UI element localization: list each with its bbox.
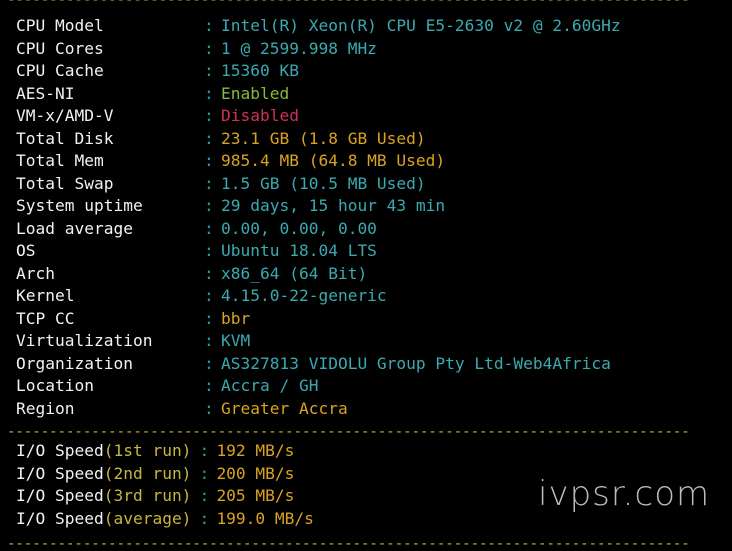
io-prefix: I/O Speed — [16, 463, 104, 483]
row-colon: : — [204, 218, 214, 238]
row-label: TCP CC — [16, 308, 75, 328]
row-colon: : — [204, 106, 214, 125]
io-speed-list: I/O Speed(1st run):192 MB/s I/O Speed(2n… — [16, 440, 314, 530]
row-colon: : — [204, 196, 214, 215]
row-colon: : — [199, 508, 210, 528]
row-arch: Arch: x86_64 (64 Bit) — [16, 263, 621, 286]
io-run-label: (average) — [103, 508, 192, 528]
row-label: Arch — [16, 263, 55, 283]
row-total-mem: Total Mem:985.4 MB (64.8 MB Used) — [16, 150, 621, 173]
row-value: x86_64 (64 Bit) — [221, 263, 368, 283]
row-value: Intel(R) Xeon(R) CPU E5-2630 v2 @ 2.60GH… — [221, 16, 621, 35]
io-run-label: (1st run) — [103, 441, 192, 460]
row-label: System uptime — [16, 196, 143, 215]
io-row-2nd: I/O Speed(2nd run):200 MB/s — [16, 463, 314, 486]
io-value: 200 MB/s — [216, 463, 295, 483]
row-value: Accra / GH — [221, 376, 319, 395]
io-prefix: I/O Speed — [16, 441, 104, 460]
row-label: CPU Cores — [16, 38, 104, 58]
io-run-label: (2nd run) — [103, 463, 192, 483]
row-label: Kernel — [16, 286, 75, 305]
row-location: Location: Accra / GH — [16, 375, 621, 398]
row-colon: : — [204, 308, 214, 328]
row-total-swap: Total Swap:1.5 GB (10.5 MB Used) — [16, 173, 621, 196]
row-cpu-cache: CPU Cache:15360 KB — [16, 60, 621, 83]
row-vmx: VM-x/AMD-V: Disabled — [16, 105, 621, 128]
row-aes-ni: AES-NI: Enabled — [16, 83, 621, 106]
row-organization: Organization: AS327813 VIDOLU Group Pty L… — [16, 353, 621, 376]
row-colon: : — [204, 376, 214, 395]
row-kernel: Kernel:4.15.0-22-generic — [16, 285, 621, 308]
row-colon: : — [204, 16, 214, 35]
row-colon: : — [204, 61, 214, 80]
row-label: VM-x/AMD-V — [16, 106, 114, 125]
row-value: 29 days, 15 hour 43 min — [221, 196, 446, 215]
row-label: CPU Model — [16, 16, 104, 35]
io-value: 205 MB/s — [216, 486, 295, 505]
row-label: Load average — [16, 218, 133, 238]
row-label: Region — [16, 398, 75, 418]
row-load-average: Load average:0.00, 0.00, 0.00 — [16, 218, 621, 241]
io-row-1st: I/O Speed(1st run):192 MB/s — [16, 440, 314, 463]
row-label: Total Disk — [16, 128, 114, 148]
row-colon: : — [204, 241, 214, 260]
row-colon: : — [204, 286, 214, 305]
row-colon: : — [199, 463, 210, 483]
io-run-label: (3rd run) — [103, 486, 192, 505]
row-value: 4.15.0-22-generic — [221, 286, 387, 305]
row-colon: : — [199, 486, 210, 505]
row-region: Region: Greater Accra — [16, 398, 621, 421]
io-prefix: I/O Speed — [16, 508, 104, 528]
row-label: Total Mem — [16, 151, 104, 170]
row-colon: : — [204, 151, 214, 170]
io-row-3rd: I/O Speed(3rd run):205 MB/s — [16, 485, 314, 508]
io-value: 192 MB/s — [216, 441, 295, 460]
row-value: AS327813 VIDOLU Group Pty Ltd-Web4Africa — [221, 353, 611, 373]
row-os: OS: Ubuntu 18.04 LTS — [16, 240, 621, 263]
row-value: 1.5 GB (10.5 MB Used) — [221, 173, 426, 193]
row-colon: : — [204, 38, 214, 58]
row-value: bbr — [221, 308, 251, 328]
row-label: Location — [16, 376, 94, 395]
separator-middle: ----------------------------------------… — [7, 425, 689, 439]
row-label: Total Swap — [16, 173, 114, 193]
row-value: 15360 KB — [221, 61, 299, 80]
row-colon: : — [204, 173, 214, 193]
row-virtualization: Virtualization: KVM — [16, 330, 621, 353]
watermark-logo: ivpsr.com — [538, 474, 711, 514]
row-value: 23.1 GB (1.8 GB Used) — [221, 128, 426, 148]
row-cpu-cores: CPU Cores:1 @ 2599.998 MHz — [16, 38, 621, 61]
io-row-average: I/O Speed(average):199.0 MB/s — [16, 508, 314, 531]
row-colon: : — [204, 398, 214, 418]
row-cpu-model: CPU Model: Intel(R) Xeon(R) CPU E5-2630 v… — [16, 15, 621, 38]
row-colon: : — [204, 83, 214, 103]
row-colon: : — [204, 263, 214, 283]
row-value: Greater Accra — [221, 398, 348, 418]
row-label: AES-NI — [16, 83, 75, 103]
row-colon: : — [199, 441, 210, 460]
row-colon: : — [204, 331, 214, 350]
io-prefix: I/O Speed — [16, 486, 104, 505]
row-value: 985.4 MB (64.8 MB Used) — [221, 151, 446, 170]
io-value: 199.0 MB/s — [216, 508, 314, 528]
row-value: KVM — [221, 331, 251, 350]
row-label: Organization — [16, 353, 133, 373]
row-value: 1 @ 2599.998 MHz — [221, 38, 377, 58]
separator-top: ----------------------------------------… — [7, 0, 689, 7]
row-label: Virtualization — [16, 331, 153, 350]
row-label: CPU Cache — [16, 61, 104, 80]
row-tcp-cc: TCP CC: bbr — [16, 308, 621, 331]
row-label: OS — [16, 241, 36, 260]
row-total-disk: Total Disk:23.1 GB (1.8 GB Used) — [16, 128, 621, 151]
info-list: CPU Model: Intel(R) Xeon(R) CPU E5-2630 v… — [16, 15, 621, 420]
row-value: Ubuntu 18.04 LTS — [221, 241, 377, 260]
separator-bottom: ----------------------------------------… — [7, 537, 689, 551]
row-colon: : — [204, 353, 214, 373]
row-value: 0.00, 0.00, 0.00 — [221, 218, 377, 238]
row-uptime: System uptime:29 days, 15 hour 43 min — [16, 195, 621, 218]
row-colon: : — [204, 128, 214, 148]
row-value: Enabled — [221, 83, 290, 103]
row-value: Disabled — [221, 106, 299, 125]
